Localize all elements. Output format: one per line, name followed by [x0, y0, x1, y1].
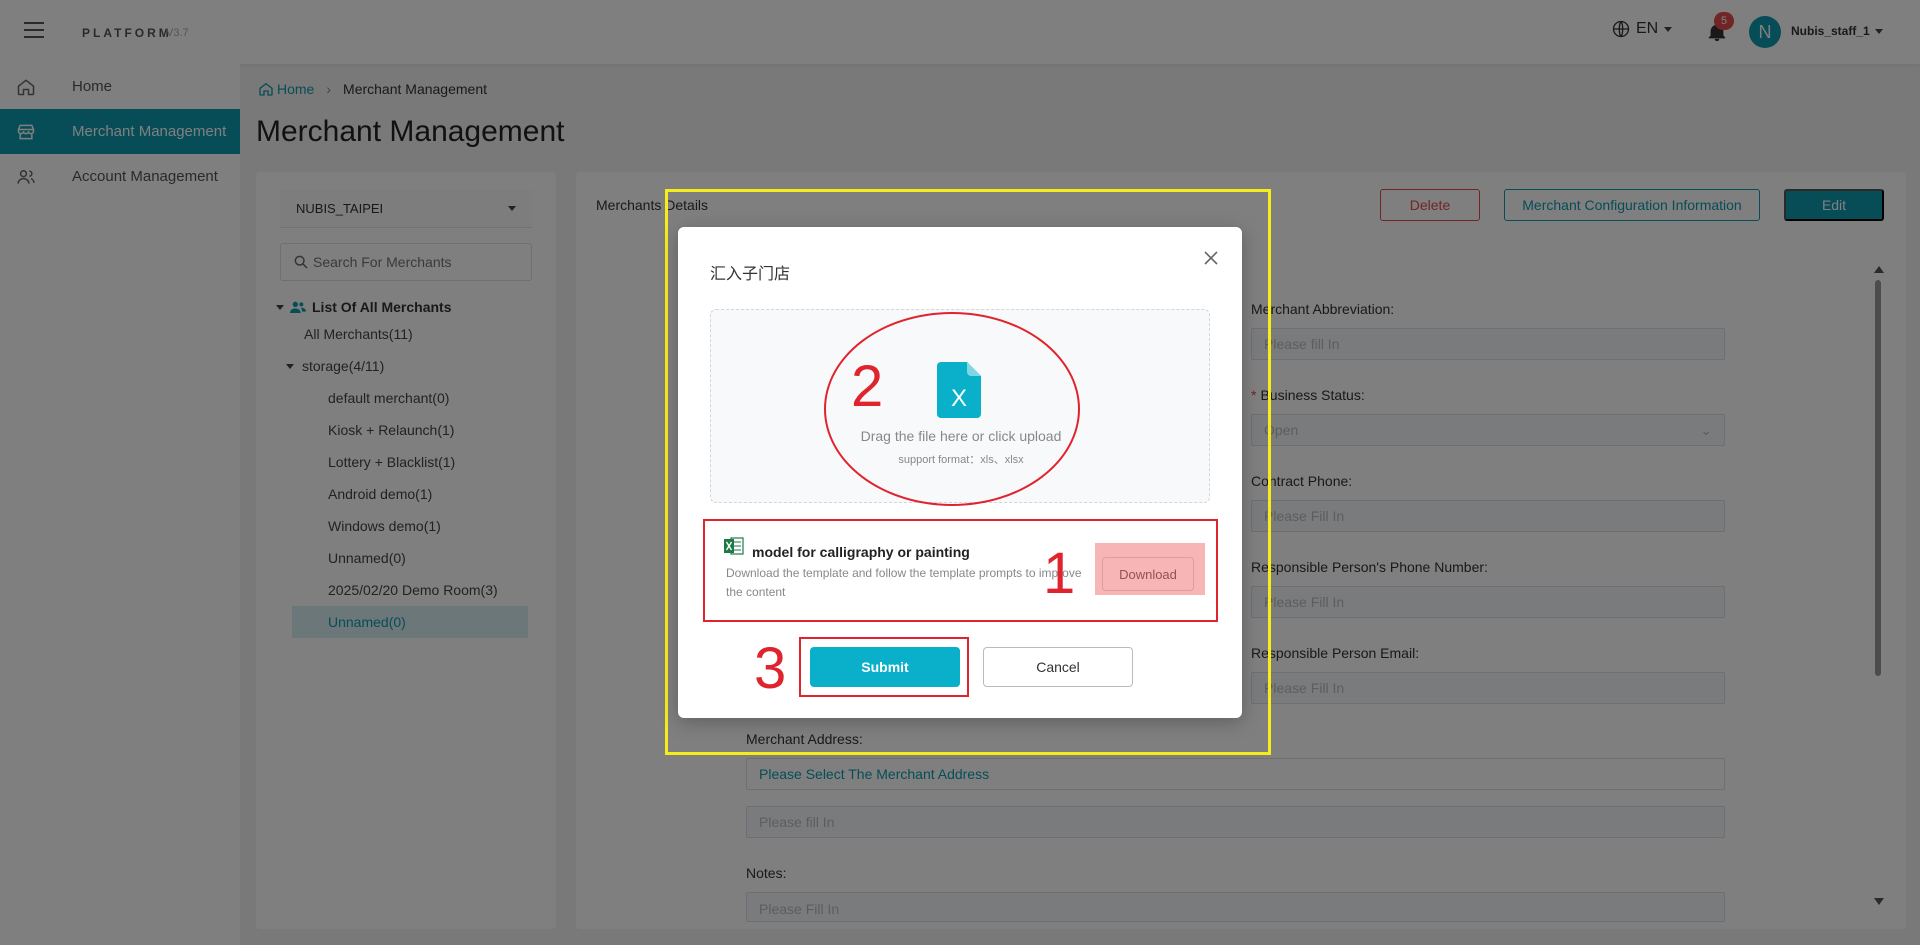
template-section: model for calligraphy or painting Downlo…: [710, 529, 1210, 603]
template-title: model for calligraphy or painting: [752, 544, 970, 560]
upload-dropzone[interactable]: X Drag the file here or click upload sup…: [710, 309, 1210, 503]
import-dialog: 汇入子门店 X Drag the file here or click uplo…: [678, 227, 1242, 718]
upload-instruction: Drag the file here or click upload: [860, 428, 1062, 444]
close-icon[interactable]: [1202, 249, 1220, 267]
cancel-button[interactable]: Cancel: [983, 647, 1133, 687]
excel-icon: [724, 537, 744, 555]
annotation-number-3: 3: [754, 636, 787, 701]
template-description: Download the template and follow the tem…: [726, 566, 1082, 599]
file-upload-icon: X: [937, 362, 981, 418]
upload-format-hint: support format：xls、xlsx: [898, 454, 1024, 466]
file-icon-letter: X: [951, 385, 967, 412]
dialog-title: 汇入子门店: [710, 266, 791, 283]
submit-button[interactable]: Submit: [810, 647, 960, 687]
download-template-button[interactable]: Download: [1102, 557, 1194, 591]
